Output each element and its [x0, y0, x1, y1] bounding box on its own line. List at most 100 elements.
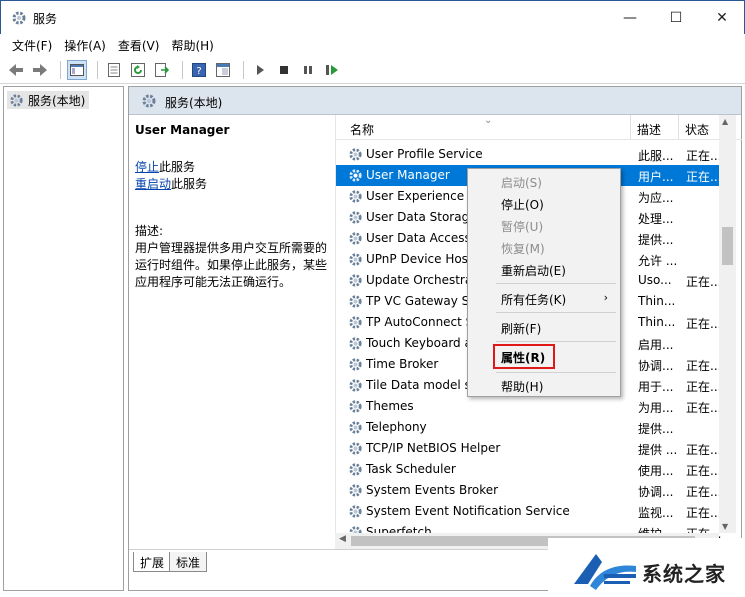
- table-row[interactable]: Themes 为用... 正在...: [336, 396, 724, 417]
- pause-service-icon[interactable]: [298, 60, 318, 80]
- service-gear-icon: [349, 190, 362, 203]
- menu-item-help[interactable]: 帮助(H): [468, 375, 620, 397]
- column-header-description[interactable]: 描述: [630, 115, 661, 139]
- show-hide-pane-icon[interactable]: [213, 60, 233, 80]
- service-name: System Events Broker: [366, 483, 499, 497]
- stop-service-icon[interactable]: [274, 60, 294, 80]
- restart-link-suffix: 此服务: [171, 177, 208, 191]
- restart-service-link[interactable]: 重启动: [135, 177, 171, 191]
- context-menu: 启动(S) 停止(O) 暂停(U) 恢复(M) 重新启动(E) 所有任务(K) …: [467, 168, 621, 397]
- service-description: 用户...: [638, 170, 674, 184]
- service-name: UPnP Device Host: [366, 252, 473, 266]
- service-name: User Data Access: [366, 231, 471, 245]
- toolbar-divider: [60, 60, 61, 79]
- service-name: TP VC Gateway Se: [366, 294, 477, 308]
- service-name: Tile Data model s: [366, 378, 471, 392]
- service-description: 用于...: [638, 380, 674, 394]
- service-description: Thin...: [638, 315, 676, 329]
- tab-extended[interactable]: 扩展: [133, 552, 172, 572]
- service-gear-icon: [349, 463, 362, 476]
- toolbar-divider: [243, 60, 244, 79]
- service-description: 启用...: [638, 338, 674, 352]
- service-gear-icon: [349, 295, 362, 308]
- service-description: 提供 ...: [638, 443, 678, 457]
- menu-item-resume: 恢复(M): [501, 242, 545, 256]
- service-gear-icon: [349, 484, 362, 497]
- toolbar: ?: [0, 56, 745, 84]
- selected-service-name: User Manager: [135, 123, 230, 137]
- watermark: 系统之家: [548, 538, 745, 597]
- console-tree: 服务(本地): [3, 86, 124, 591]
- scroll-up-icon[interactable]: ▲: [722, 117, 728, 126]
- service-description: 协调...: [638, 485, 674, 499]
- service-description: 为应...: [638, 191, 674, 205]
- service-name: User Experience V: [366, 189, 477, 203]
- service-gear-icon: [349, 253, 362, 266]
- description-text: 用户管理器提供多用户交互所需要的运行时组件。如果停止此服务，某些应用程序可能无法…: [135, 241, 328, 289]
- vertical-scrollbar[interactable]: ▲ ▼: [719, 115, 736, 533]
- panel-title: 服务(本地): [165, 96, 223, 110]
- header-divider: [336, 139, 742, 140]
- service-gear-icon: [349, 400, 362, 413]
- service-gear-icon: [349, 421, 362, 434]
- menu-file[interactable]: 文件(F): [6, 34, 58, 56]
- minimize-button[interactable]: —: [607, 1, 653, 35]
- properties-sheet-icon[interactable]: [104, 60, 124, 80]
- table-row[interactable]: System Event Notification Service 监视... 正在…: [336, 501, 724, 522]
- menu-item-pause: 暂停(U): [501, 220, 544, 234]
- service-gear-icon: [349, 379, 362, 392]
- scroll-left-icon[interactable]: ◀: [339, 534, 346, 544]
- maximize-button[interactable]: ☐: [653, 1, 699, 35]
- console-tree-icon[interactable]: [67, 59, 87, 80]
- close-button[interactable]: ✕: [699, 1, 745, 35]
- table-row[interactable]: System Events Broker 协调... 正在...: [336, 480, 724, 501]
- menu-item-stop[interactable]: 停止(O): [468, 193, 620, 215]
- menu-separator: [496, 372, 616, 373]
- menu-separator: [496, 283, 616, 284]
- column-header-status[interactable]: 状态: [678, 115, 709, 139]
- toolbar-divider: [97, 60, 98, 79]
- service-name: Update Orchestra: [366, 273, 473, 287]
- tab-standard[interactable]: 标准: [169, 552, 208, 572]
- table-row[interactable]: Telephony 提供...: [336, 417, 724, 438]
- table-row[interactable]: User Profile Service 此服... 正在...: [336, 144, 724, 165]
- menu-item-refresh[interactable]: 刷新(F): [468, 317, 620, 339]
- menu-item-restart[interactable]: 重新启动(E): [468, 259, 620, 281]
- table-row[interactable]: Task Scheduler 使用... 正在...: [336, 459, 724, 480]
- service-actions: 停止此服务 重启动此服务: [135, 159, 331, 193]
- submenu-arrow-icon: ›: [603, 291, 608, 304]
- scroll-down-icon[interactable]: ▼: [722, 522, 728, 531]
- tree-item-services-local[interactable]: 服务(本地): [7, 91, 90, 109]
- menu-view[interactable]: 查看(V): [112, 34, 166, 56]
- service-gear-icon: [349, 211, 362, 224]
- service-gear-icon: [349, 169, 362, 182]
- menu-item-all-tasks[interactable]: 所有任务(K) ›: [468, 288, 620, 310]
- table-row[interactable]: TCP/IP NetBIOS Helper 提供 ... 正在...: [336, 438, 724, 459]
- watermark-logo-icon: [574, 554, 636, 590]
- start-service-icon[interactable]: [250, 60, 270, 80]
- service-description: 此服...: [638, 149, 674, 163]
- forward-arrow-icon[interactable]: [30, 60, 50, 80]
- export-list-icon[interactable]: [152, 60, 172, 80]
- watermark-text: 系统之家: [642, 562, 726, 586]
- service-description: 提供...: [638, 422, 674, 436]
- menu-separator: [496, 312, 616, 313]
- service-description-pane: User Manager 停止此服务 重启动此服务 描述: 用户管理器提供多用户…: [135, 121, 331, 291]
- service-name: System Event Notification Service: [366, 504, 570, 518]
- restart-service-icon[interactable]: [322, 60, 342, 80]
- service-gear-icon: [349, 232, 362, 245]
- refresh-icon[interactable]: [128, 60, 148, 80]
- menu-help[interactable]: 帮助(H): [165, 34, 219, 56]
- service-description: 处理...: [638, 212, 674, 226]
- back-arrow-icon[interactable]: [6, 60, 26, 80]
- column-header-name[interactable]: 名称: [350, 115, 374, 139]
- service-gear-icon: [349, 505, 362, 518]
- service-description: 为用...: [638, 401, 674, 415]
- services-gear-icon: [10, 93, 23, 107]
- scrollbar-thumb[interactable]: [722, 227, 733, 265]
- service-name: User Profile Service: [366, 147, 483, 161]
- service-name: Task Scheduler: [366, 462, 456, 476]
- menu-action[interactable]: 操作(A): [58, 34, 112, 56]
- help-icon[interactable]: ?: [189, 60, 209, 80]
- stop-service-link[interactable]: 停止: [135, 160, 159, 174]
